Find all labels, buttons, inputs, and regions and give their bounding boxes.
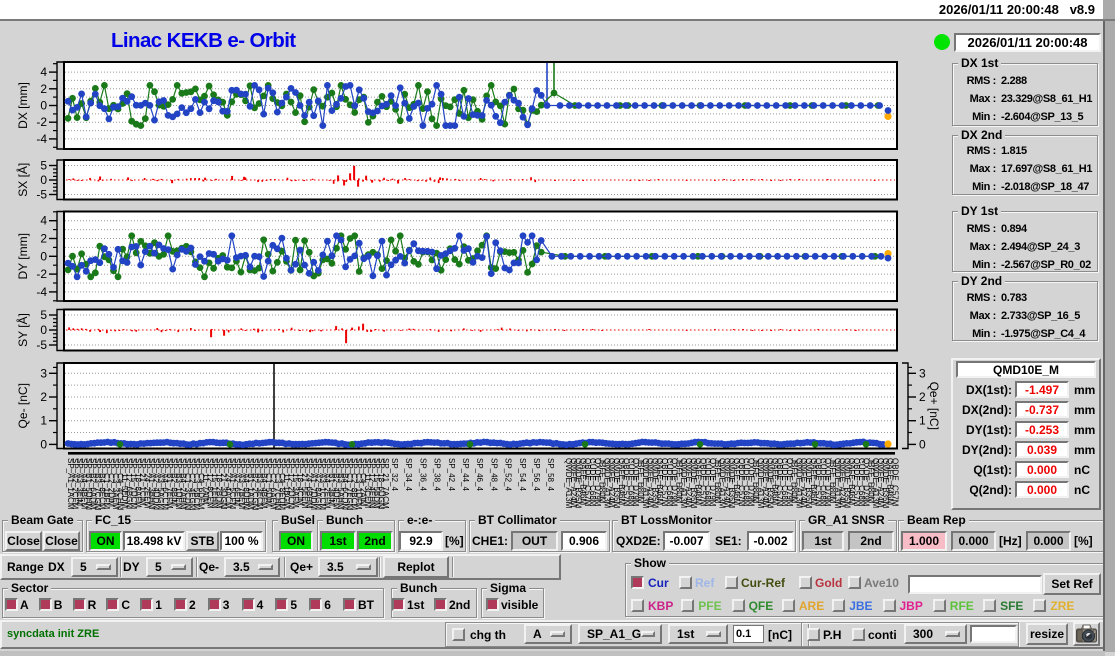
svg-text:1: 1 <box>919 414 926 428</box>
svg-text:2: 2 <box>40 390 47 404</box>
svg-text:1: 1 <box>40 414 47 428</box>
svg-text:SP_21_7ACM: SP_21_7ACM <box>381 458 390 509</box>
svg-text:4: 4 <box>40 65 47 79</box>
svg-text:-4: -4 <box>36 132 47 146</box>
svg-text:2: 2 <box>919 390 926 404</box>
svg-text:SP_58_4: SP_58_4 <box>546 458 555 491</box>
svg-text:SP_34_4: SP_34_4 <box>404 458 413 491</box>
svg-text:SP_44_4: SP_44_4 <box>461 458 470 491</box>
svg-text:SP_42_4: SP_42_4 <box>447 458 456 491</box>
svg-text:5: 5 <box>40 308 47 322</box>
svg-text:-4: -4 <box>36 285 47 299</box>
svg-text:-2: -2 <box>36 267 47 281</box>
svg-text:-5: -5 <box>36 338 47 352</box>
svg-text:DY [mm]: DY [mm] <box>16 233 30 279</box>
svg-text:Qe- [nC]: Qe- [nC] <box>16 383 30 428</box>
svg-text:SP_48_4: SP_48_4 <box>489 458 498 491</box>
svg-text:SP_36_4: SP_36_4 <box>418 458 427 491</box>
svg-text:4: 4 <box>40 214 47 228</box>
svg-text:SX [Å]: SX [Å] <box>15 163 30 197</box>
svg-text:0: 0 <box>40 173 47 187</box>
svg-text:3: 3 <box>40 366 47 380</box>
svg-text:SP_32_4: SP_32_4 <box>390 458 399 491</box>
svg-text:SP_54_4: SP_54_4 <box>518 458 527 491</box>
svg-text:0: 0 <box>919 437 926 451</box>
svg-text:0: 0 <box>40 323 47 337</box>
svg-text:5: 5 <box>40 159 47 173</box>
svg-text:-5: -5 <box>36 188 47 202</box>
svg-text:SP_52_4: SP_52_4 <box>504 458 513 491</box>
svg-text:0: 0 <box>40 437 47 451</box>
svg-text:-2: -2 <box>36 115 47 129</box>
svg-text:QBDE_C57M: QBDE_C57M <box>890 458 899 507</box>
svg-text:SP_46_4: SP_46_4 <box>475 458 484 491</box>
svg-text:SP_56_4: SP_56_4 <box>532 458 541 491</box>
svg-text:DX [mm]: DX [mm] <box>16 82 30 129</box>
svg-text:0: 0 <box>40 249 47 263</box>
svg-text:2: 2 <box>40 82 47 96</box>
svg-text:Qe+ [nC]: Qe+ [nC] <box>927 382 941 430</box>
svg-text:0: 0 <box>40 99 47 113</box>
svg-text:3: 3 <box>919 366 926 380</box>
svg-text:SY [Å]: SY [Å] <box>15 313 30 347</box>
svg-text:SP_38_4: SP_38_4 <box>433 458 442 491</box>
svg-text:2: 2 <box>40 232 47 246</box>
